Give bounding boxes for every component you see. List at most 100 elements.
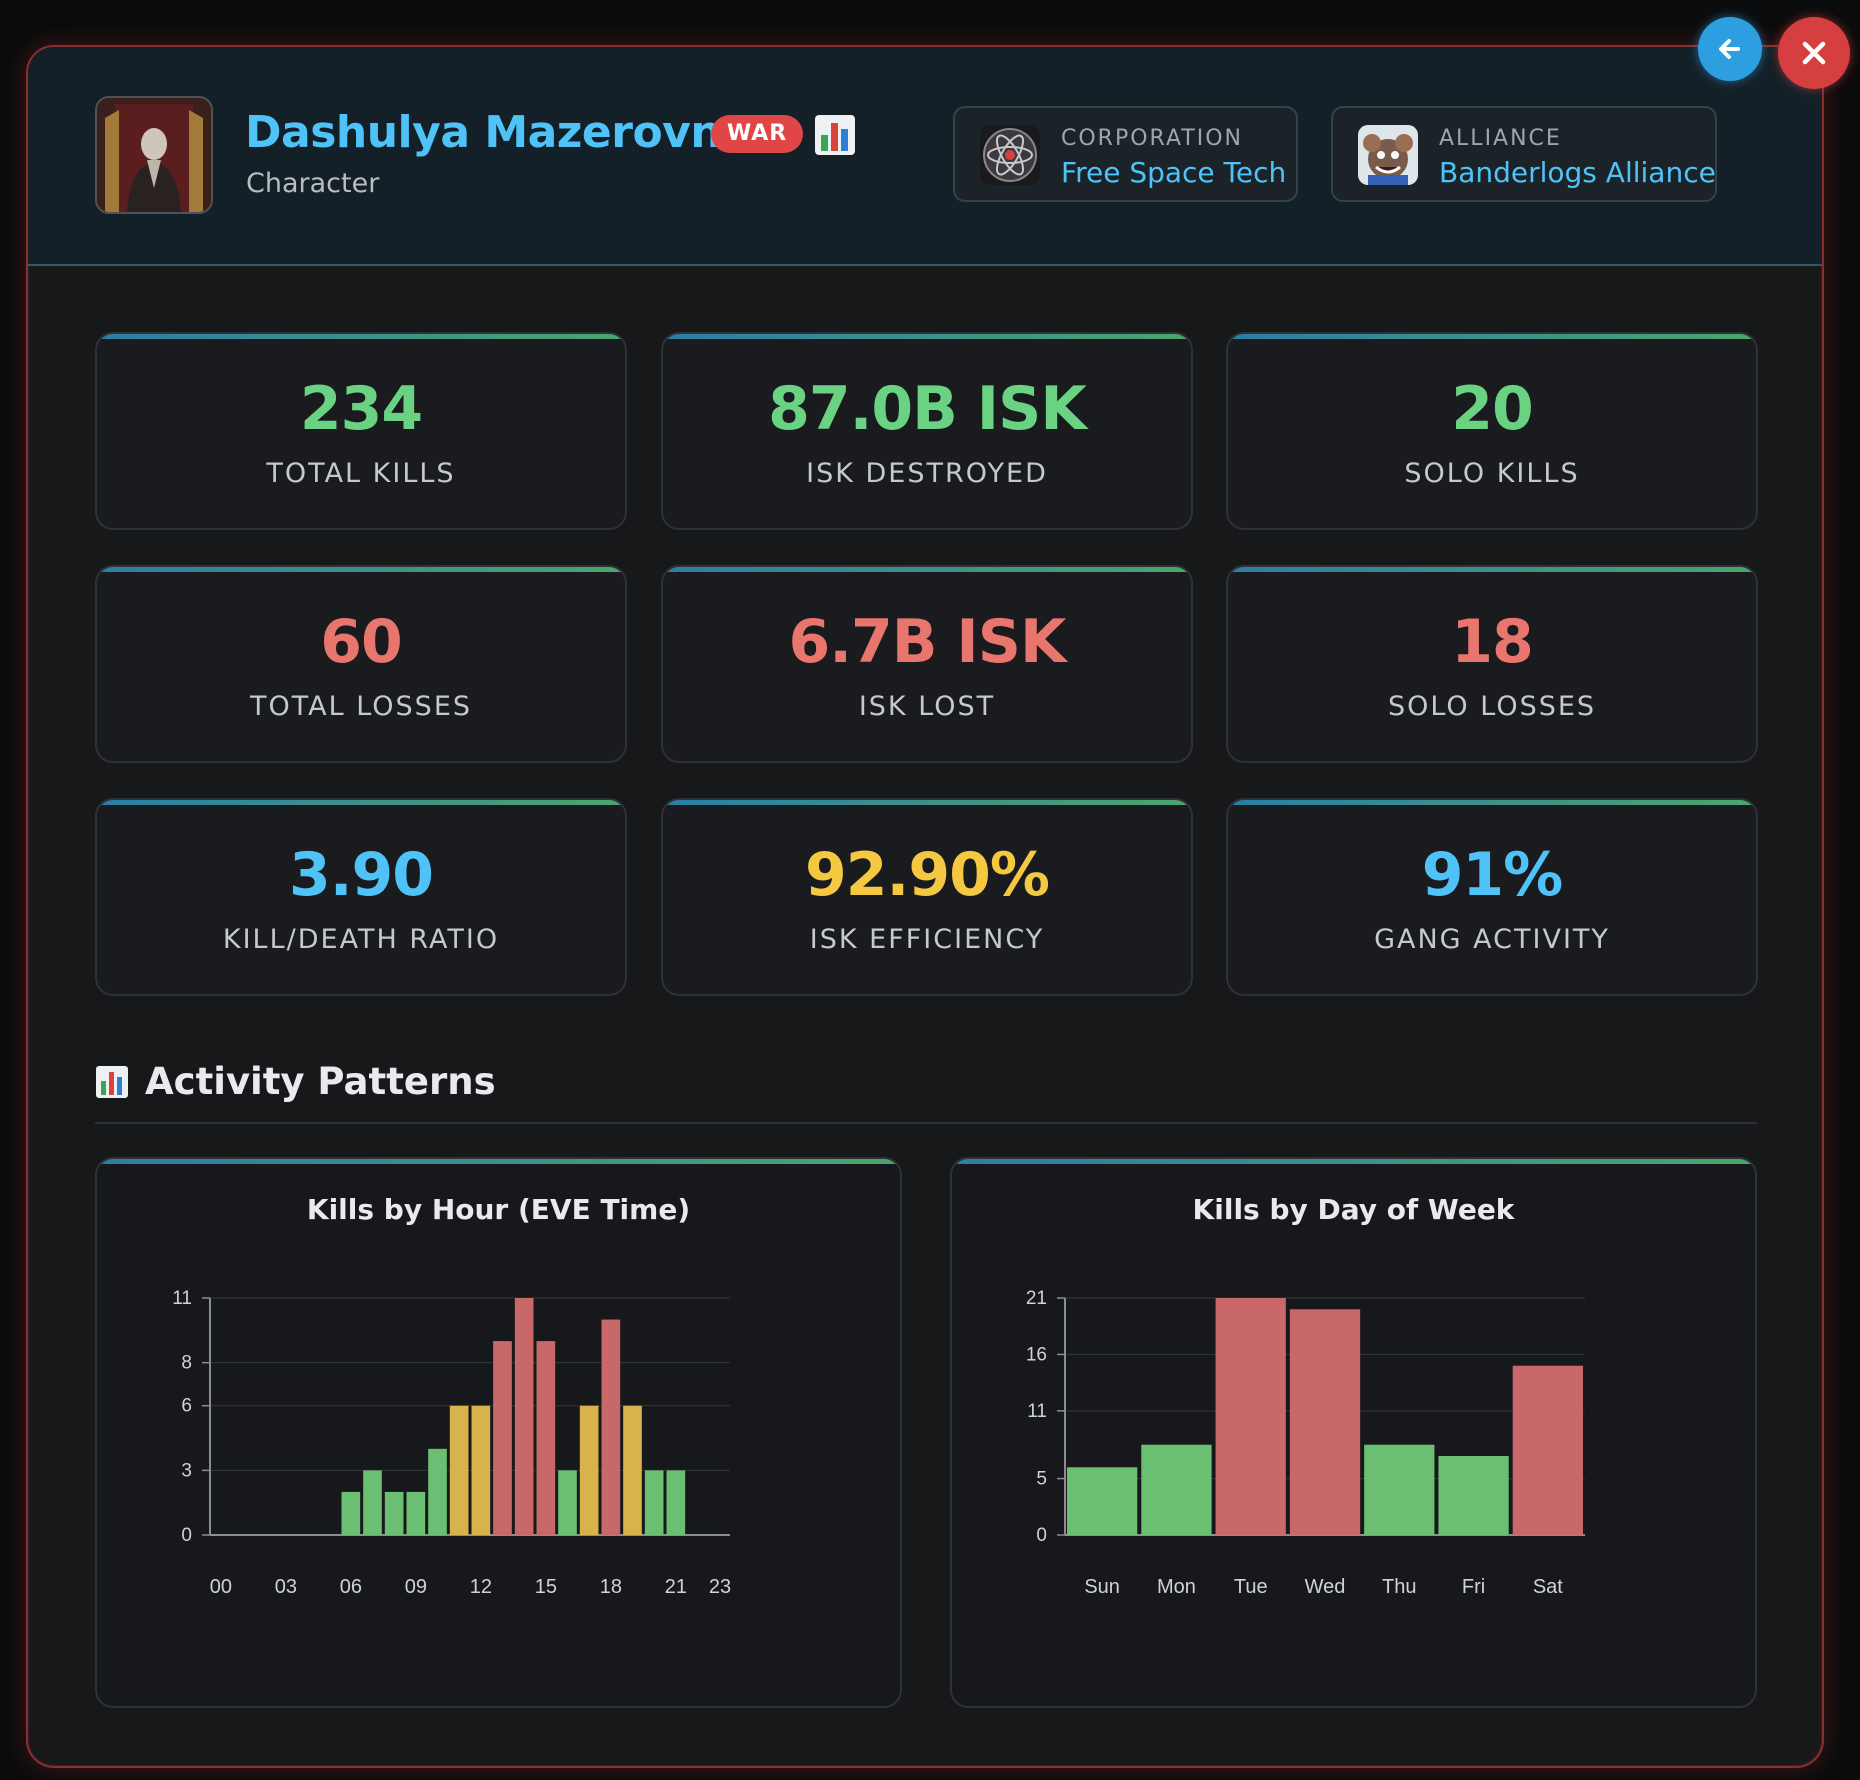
character-name: Dashulya Mazerovna (245, 107, 751, 158)
character-type-label: Character (246, 168, 380, 199)
hour-bar (428, 1448, 447, 1535)
x-tick-label: 06 (340, 1576, 362, 1598)
hour-bar (471, 1405, 491, 1535)
hour-bar (384, 1491, 404, 1535)
hour-bar (363, 1470, 382, 1535)
section-divider (95, 1122, 1757, 1124)
day-bar (1364, 1444, 1435, 1535)
stat-label: TOTAL LOSSES (249, 691, 473, 722)
stat-card-isk-efficiency: 92.90% ISK EFFICIENCY (661, 798, 1193, 996)
character-modal: Dashulya Mazerovna Character WAR CORPORA… (26, 45, 1824, 1768)
stat-value: 3.90 (288, 840, 434, 910)
stat-card-solo-losses: 18 SOLO LOSSES (1226, 565, 1758, 763)
y-tick-label: 21 (1026, 1288, 1047, 1309)
y-tick-label: 5 (1036, 1469, 1047, 1490)
stat-value: 60 (320, 607, 403, 677)
close-button[interactable] (1778, 17, 1850, 89)
x-tick-label: Fri (1462, 1576, 1485, 1598)
corporation-card[interactable]: CORPORATION Free Space Tech (953, 106, 1298, 202)
day-bar (1067, 1467, 1138, 1535)
y-tick-label: 3 (181, 1460, 192, 1481)
app-root: Dashulya Mazerovna Character WAR CORPORA… (0, 0, 1860, 1780)
y-tick-label: 0 (181, 1525, 192, 1546)
day-bar (1289, 1309, 1361, 1535)
stat-label: ISK EFFICIENCY (809, 924, 1045, 955)
alliance-card[interactable]: ALLIANCE Banderlogs Alliance (1331, 106, 1717, 202)
hour-bar (341, 1491, 361, 1535)
day-bar (1215, 1298, 1286, 1535)
hour-bar (493, 1341, 512, 1535)
y-tick-label: 16 (1026, 1344, 1047, 1365)
x-tick-label: Thu (1382, 1576, 1416, 1598)
hourly-kills-chart: 03681100 03 06 09 12 15 18 21 23 (172, 1288, 731, 1598)
x-tick-label: Wed (1305, 1576, 1346, 1598)
x-tick-label: 03 (275, 1576, 297, 1598)
hour-bar (406, 1491, 426, 1535)
x-tick-label: Sun (1084, 1576, 1120, 1598)
alliance-name[interactable]: Banderlogs Alliance (1439, 156, 1716, 189)
corporation-logo (980, 125, 1040, 185)
x-tick-label: 15 (535, 1576, 557, 1598)
stat-value: 20 (1451, 374, 1534, 444)
y-tick-label: 6 (181, 1396, 192, 1417)
stat-value: 234 (299, 374, 423, 444)
hour-bar (536, 1341, 556, 1535)
bar-chart-icon[interactable] (813, 113, 857, 157)
stat-card-kill-death-ratio: 3.90 KILL/DEATH RATIO (95, 798, 627, 996)
y-tick-label: 0 (1036, 1525, 1047, 1546)
stat-label: ISK LOST (858, 691, 996, 722)
stat-value: 6.7B ISK (788, 607, 1067, 677)
stat-value: 91% (1421, 840, 1564, 910)
day-bar (1512, 1365, 1583, 1535)
x-tick-label: 23 (709, 1576, 731, 1598)
stat-value: 92.90% (805, 840, 1050, 910)
hour-bar (644, 1470, 664, 1535)
hour-bar (558, 1470, 577, 1535)
stat-value: 18 (1451, 607, 1534, 677)
hourly-kills-chart-card: Kills by Hour (EVE Time) 0 3 6 8 11 00 03 06 09 1… (95, 1157, 902, 1708)
back-button[interactable] (1698, 17, 1762, 81)
weekday-kills-chart-card: Kills by Day of Week 0 5 11 16 21 Sun Mon Tue We… (950, 1157, 1757, 1708)
stat-label: ISK DESTROYED (806, 458, 1048, 489)
hour-bar (514, 1298, 534, 1535)
stat-card-total-losses: 60 TOTAL LOSSES (95, 565, 627, 763)
hour-bar (623, 1405, 642, 1535)
stat-value: 87.0B ISK (768, 374, 1087, 444)
y-tick-label: 11 (172, 1288, 192, 1309)
y-tick-label: 11 (1027, 1401, 1047, 1422)
x-tick-label: Mon (1157, 1576, 1196, 1598)
bar-chart-icon (96, 1066, 128, 1098)
stat-card-total-kills: 234 TOTAL KILLS (95, 332, 627, 530)
stat-label: SOLO KILLS (1404, 458, 1580, 489)
arrow-left-icon (1719, 39, 1740, 59)
stat-card-isk-lost: 6.7B ISK ISK LOST (661, 565, 1193, 763)
close-icon (1802, 41, 1826, 65)
y-tick-label: 8 (181, 1353, 192, 1374)
x-tick-label: 12 (470, 1576, 492, 1598)
war-badge: WAR (711, 115, 804, 153)
stat-label: TOTAL KILLS (266, 458, 456, 489)
hour-bar (601, 1319, 621, 1535)
corporation-label: CORPORATION (1061, 126, 1243, 151)
x-tick-label: 21 (665, 1576, 687, 1598)
x-tick-label: 18 (600, 1576, 622, 1598)
alliance-logo (1358, 125, 1418, 185)
stat-card-gang-activity: 91% GANG ACTIVITY (1226, 798, 1758, 996)
stat-label: SOLO LOSSES (1387, 691, 1597, 722)
character-avatar (95, 96, 213, 214)
day-bar (1141, 1444, 1212, 1535)
corporation-name[interactable]: Free Space Tech (1061, 156, 1286, 189)
weekday-kills-chart: 0 5 11 16 21 Sun Mon Tue Wed Thu Fri Sat (1026, 1288, 1585, 1598)
x-tick-label: Sat (1533, 1576, 1563, 1598)
x-tick-label: 09 (405, 1576, 427, 1598)
alliance-label: ALLIANCE (1439, 126, 1562, 151)
stat-card-isk-destroyed: 87.0B ISK ISK DESTROYED (661, 332, 1193, 530)
stat-card-solo-kills: 20 SOLO KILLS (1226, 332, 1758, 530)
stat-label: GANG ACTIVITY (1374, 924, 1610, 955)
stat-label: KILL/DEATH RATIO (222, 924, 500, 955)
character-header: Dashulya Mazerovna Character WAR CORPORA… (28, 47, 1822, 266)
hour-bar (449, 1405, 469, 1535)
hour-bar (579, 1405, 599, 1535)
x-tick-label: Tue (1234, 1576, 1268, 1598)
x-tick-label: 00 (210, 1576, 232, 1598)
